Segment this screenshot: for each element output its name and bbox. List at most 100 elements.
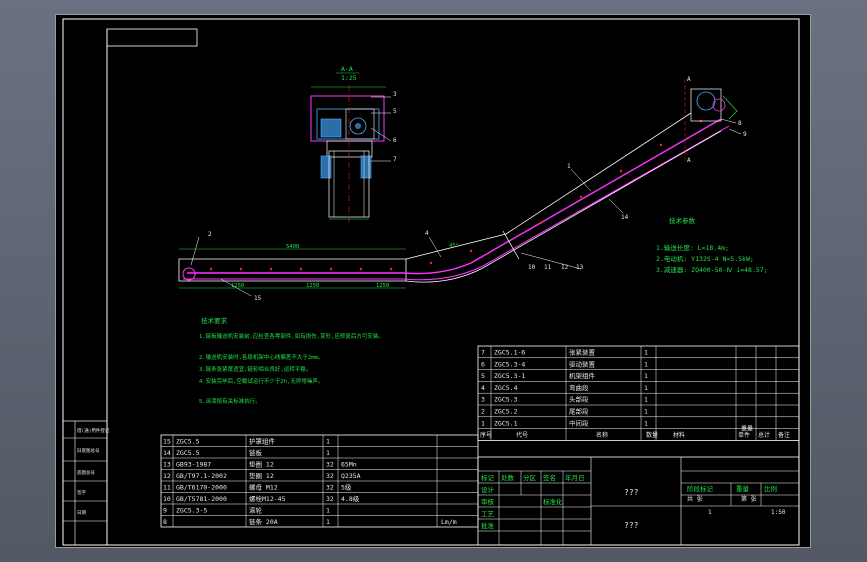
- section-title: A-A: [341, 65, 353, 73]
- callout-7: 7: [393, 156, 397, 163]
- callout-5: 5: [393, 108, 397, 115]
- chain-bottom: [183, 125, 730, 281]
- upper-bom-row: 2: [481, 408, 485, 416]
- upper-bom-header-7: 备注: [778, 431, 790, 439]
- lower-bom-name: 螺栓M12-45: [249, 494, 286, 503]
- note-2: 2.输送机安装时,各段机架中心线偏差不大于2mm。: [199, 353, 323, 361]
- technical-notes: 技术要求 1.链板输送机安装前,应检查各零部件,如有损伤,变形,应修复后方可安装…: [199, 316, 384, 405]
- side-stamp-table: 借(通)用件登记 旧底图总号 底图总号 签字 日期: [62, 420, 110, 546]
- lower-bom-row: 15: [163, 438, 171, 446]
- tb-drawing-name: ???: [624, 488, 639, 497]
- upper-bom-qty: 1: [644, 372, 648, 380]
- tb-stage-label: 阶段标记: [687, 484, 714, 493]
- upper-bom-code: ZGC5.2: [494, 408, 518, 416]
- lower-bom-qty: 32: [326, 461, 334, 469]
- callout-6: 6: [393, 137, 397, 144]
- callout-2: 2: [208, 231, 212, 238]
- upper-bom-row: 7: [481, 349, 485, 357]
- lower-bom-code: ZGC5.3-5: [176, 507, 207, 515]
- lower-bom-code: GB/T6170-2000: [176, 484, 227, 492]
- upper-bom-name: 机架组件: [569, 371, 596, 380]
- upper-bom-code: ZGC5.3-1: [494, 372, 525, 380]
- upper-bom-name: 弯曲段: [569, 383, 589, 392]
- tb-row-1: 设计: [481, 485, 495, 494]
- callout-11: 11: [544, 264, 552, 271]
- dim-seg3: 1250: [376, 283, 389, 289]
- tb-row-2: 审核: [481, 497, 495, 506]
- tech-param-2: 2.电动机: Y132S-4 N=5.5kW;: [656, 254, 754, 263]
- lower-bom-name: 链条 20A: [249, 517, 278, 526]
- upper-bom-code: ZGC5.4: [494, 384, 518, 392]
- lower-bom-name: 护罩组件: [249, 437, 276, 446]
- tech-params-title: 技术参数: [669, 216, 696, 225]
- callout-3: 3: [393, 91, 397, 98]
- note-5: 5.涂漆按有关标准执行。: [199, 397, 261, 405]
- title-block: 标记 设计 审核 工艺 批准 处数 分区 签名 年月日 标准化 ??? ??? …: [477, 456, 800, 546]
- upper-bom-row: 6: [481, 360, 485, 368]
- upper-bom-name: 中间段: [569, 418, 589, 427]
- tb-col-1: 分区: [523, 473, 537, 482]
- section-view: A-A 1:25 3 5 6 7: [310, 65, 397, 223]
- svg-text:A: A: [687, 157, 691, 164]
- upper-bom-code: ZGC5.1-6: [494, 349, 525, 357]
- tb-drawing-no: ???: [624, 521, 639, 530]
- lower-bom-qty: 32: [326, 472, 334, 480]
- note-3: 3.链条张紧度适宜,链轮啮合良好,运转平稳。: [199, 365, 311, 373]
- upper-bom-code: ZGC5.1: [494, 419, 518, 427]
- tech-params: 技术参数 1.输送长度: L=18.4m; 2.电动机: Y132S-4 N=5…: [656, 216, 768, 274]
- lower-bom-row: 13: [163, 461, 171, 469]
- upper-bom-row: 4: [481, 384, 485, 392]
- tech-param-3: 3.减速器: ZQ400-50-Ⅳ i=48.57;: [656, 265, 768, 274]
- lower-bom-code: GB/T97.1-2002: [176, 472, 227, 480]
- section-scale: 1:25: [341, 74, 357, 82]
- upper-bom-row: 3: [481, 396, 485, 404]
- lower-bom-row: 10: [163, 495, 171, 503]
- stamp-0: 借(通)用件登记: [77, 427, 110, 434]
- lower-bom-row: 12: [163, 472, 171, 480]
- upper-bom-qty: 1: [644, 349, 648, 357]
- callout-15: 15: [254, 295, 262, 302]
- lower-bom-qty: 32: [326, 484, 334, 492]
- stamp-2: 底图总号: [77, 469, 95, 476]
- upper-bom-name: 尾部段: [569, 407, 589, 416]
- upper-bom-qty: 1: [644, 419, 648, 427]
- lower-bom-material: Q235A: [341, 472, 361, 480]
- upper-bom-code: ZGC5.3: [494, 396, 518, 404]
- upper-bom-qty: 1: [644, 396, 648, 404]
- tech-param-1: 1.输送长度: L=18.4m;: [656, 243, 729, 252]
- callout-9: 9: [743, 131, 747, 138]
- lower-bom-name: 垫圈 12: [249, 471, 274, 480]
- lower-bom-row: 14: [163, 449, 171, 457]
- upper-bom-table: 7 ZGC5.1-6 张紧装置 1 6 ZGC5.3-4 驱动装置 1 5 ZGC5.3-1 机架组…: [477, 345, 800, 441]
- tb-scale: 1:50: [771, 509, 786, 516]
- svg-text:A: A: [687, 76, 691, 83]
- lower-bom-qty: 1: [326, 449, 330, 457]
- tb-row-0: 标记: [481, 473, 495, 482]
- note-4: 4.安装完毕后,空载试运行不少于2h,无异常噪声。: [199, 377, 323, 385]
- notes-title: 技术要求: [201, 316, 228, 325]
- dim-seg2: 1250: [306, 283, 319, 289]
- lower-bom-name: 滚轮: [249, 506, 263, 515]
- callout-10: 10: [528, 264, 536, 271]
- lower-bom-qty: 1: [326, 507, 330, 515]
- lower-bom-qty: 1: [326, 438, 330, 446]
- upper-bom-weight: 重量: [741, 425, 753, 433]
- tb-col-4: 年月日: [565, 473, 585, 482]
- tb-standard: 标准化: [543, 497, 563, 506]
- lower-bom-code: ZGC5.5: [176, 438, 200, 446]
- lower-bom-name: 链板: [249, 448, 263, 457]
- lower-bom-material: 5级: [341, 483, 352, 492]
- callout-4: 4: [425, 230, 429, 237]
- tb-page-b: 第 张: [741, 495, 757, 503]
- upper-bom-row: 5: [481, 372, 485, 380]
- tail-sprocket: [182, 267, 196, 281]
- stamp-4: 日期: [77, 510, 86, 516]
- upper-bom-header-2: 名称: [596, 431, 608, 439]
- lower-bom-material: 65Mn: [341, 461, 357, 469]
- lower-frame: [178, 258, 407, 282]
- tb-row-3: 工艺: [481, 510, 495, 518]
- tb-col-3: 签名: [543, 473, 556, 482]
- lower-bom-qty: 32: [326, 495, 334, 503]
- tb-col-0: 处数: [501, 473, 515, 482]
- chain-top: [187, 118, 722, 275]
